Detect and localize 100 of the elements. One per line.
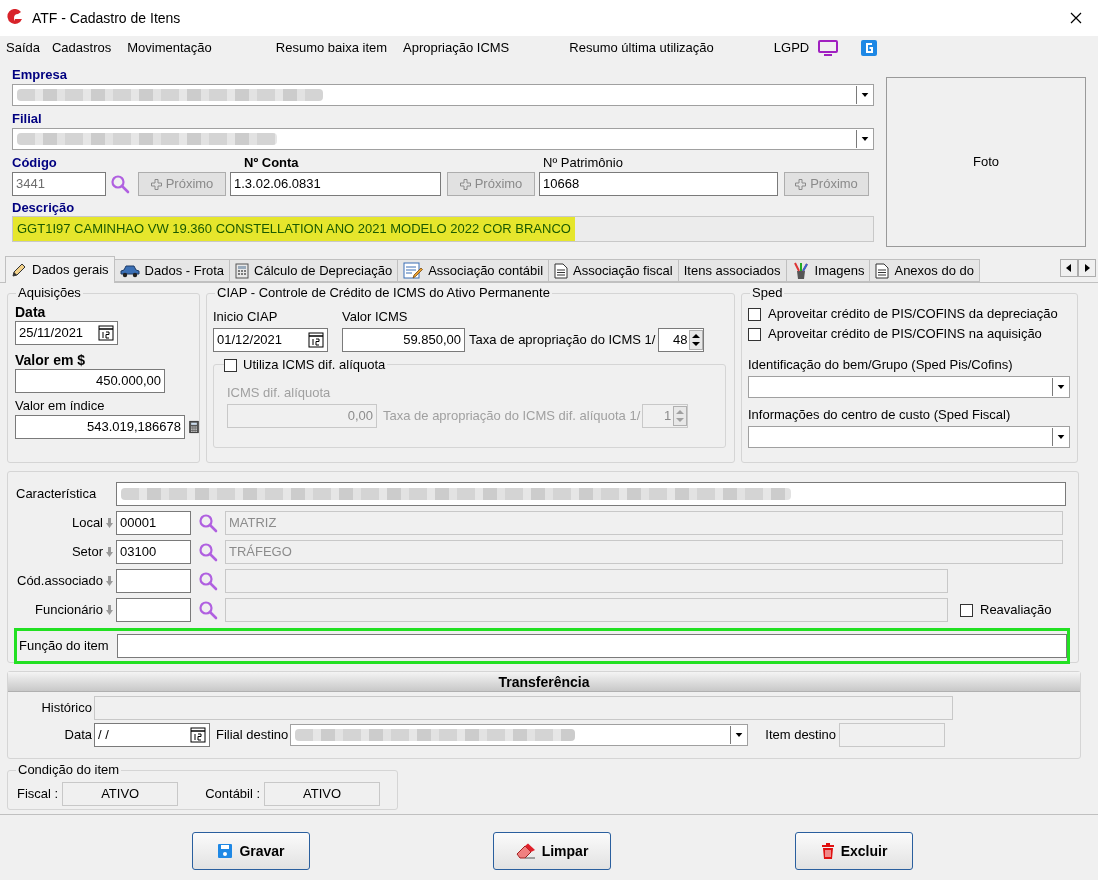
tab[interactable]: Dados - Frota — [113, 259, 231, 282]
document-icon — [554, 262, 569, 279]
field-label: Valor ICMS — [342, 309, 408, 325]
calculator-icon — [235, 262, 250, 279]
tab[interactable]: Cálculo de Depreciação — [229, 259, 399, 282]
action-button[interactable]: Excluir — [795, 832, 913, 870]
date-field[interactable]: 25/11/2021 — [15, 321, 118, 345]
down-arrow-icon — [106, 547, 113, 557]
checkbox[interactable] — [224, 358, 237, 372]
field-label: Valor em $ — [15, 351, 87, 369]
close-icon[interactable] — [1070, 12, 1082, 24]
down-arrow-icon — [106, 576, 113, 586]
plus-icon — [150, 178, 162, 190]
checkbox[interactable] — [748, 327, 761, 341]
trash-icon — [820, 842, 835, 860]
field-label: Inicio CIAP — [213, 309, 279, 325]
field-label: Setor — [71, 543, 103, 562]
input-field[interactable]: ATIVO — [264, 782, 381, 806]
field-label: Característica — [16, 485, 98, 504]
search-icon[interactable] — [110, 174, 130, 194]
spin-field[interactable]: 48 — [658, 328, 705, 352]
calendar-icon[interactable] — [189, 726, 207, 744]
input-field[interactable]: 1.3.02.06.0831 — [230, 172, 441, 196]
input-field[interactable] — [839, 723, 946, 747]
menu-item[interactable]: Resumo baixa item — [274, 38, 389, 58]
input-field[interactable] — [94, 696, 953, 720]
input-field[interactable] — [116, 482, 1066, 506]
field-label: Data — [15, 303, 47, 321]
input-field[interactable]: 3441 — [12, 172, 106, 196]
tab[interactable]: Anexos do do — [869, 259, 980, 282]
field-label: Nº Conta — [243, 155, 300, 171]
menu-item[interactable]: LGPD — [772, 38, 811, 58]
input-field[interactable] — [225, 598, 948, 622]
search-icon[interactable] — [198, 600, 218, 620]
group-title: Condição do item — [16, 762, 122, 778]
action-button[interactable]: Limpar — [493, 832, 611, 870]
search-icon[interactable] — [198, 571, 218, 591]
input-field[interactable]: 00001 — [116, 511, 191, 535]
tab[interactable]: Associação fiscal — [548, 259, 679, 282]
checkbox-label: Aproveitar crédito de PIS/COFINS da depreciação — [768, 305, 1058, 324]
dropdown-field[interactable] — [748, 376, 1070, 398]
menu-item[interactable]: Apropriação ICMS — [402, 38, 511, 58]
date-value: 25/11/2021 — [19, 324, 85, 343]
field-label: Código — [12, 155, 58, 171]
calculator-icon[interactable] — [189, 418, 199, 436]
tab[interactable]: Itens associados — [677, 259, 787, 282]
date-value: 01/12/2021 — [217, 331, 284, 350]
input-field[interactable]: ATIVO — [62, 782, 179, 806]
action-button[interactable]: Gravar — [192, 832, 310, 870]
input-field[interactable] — [225, 569, 948, 593]
input-field[interactable] — [116, 569, 191, 593]
dropdown-field[interactable] — [290, 724, 749, 746]
menu-item[interactable]: Movimentação — [126, 38, 213, 58]
field-label: Contábil : — [205, 785, 261, 804]
field-label: Local — [71, 514, 103, 533]
field-label: Fiscal : — [17, 785, 59, 804]
menu-item[interactable]: Cadastros — [51, 38, 113, 58]
description-value: GGT1I97 CAMINHAO VW 19.360 CONSTELLATION ANO 2021 MODELO 2022 COR BRANCO — [13, 217, 575, 241]
menu-item[interactable]: Resumo última utilização — [568, 38, 715, 58]
field-label: Cód.associado — [17, 572, 103, 591]
app-badge-icon[interactable] — [860, 39, 879, 57]
calendar-icon[interactable] — [307, 331, 325, 349]
menu-item[interactable]: Saída — [5, 38, 41, 58]
calendar-icon[interactable] — [97, 324, 115, 342]
date-value: / / — [98, 726, 110, 745]
down-arrow-icon — [106, 518, 113, 528]
checkbox-label: Aproveitar crédito de PIS/COFINS na aquisição — [768, 325, 1042, 344]
search-icon[interactable] — [198, 542, 218, 562]
tab[interactable]: Imagens — [785, 259, 871, 282]
spin-arrows-icon[interactable] — [689, 330, 704, 350]
app-logo-icon — [6, 9, 24, 27]
field-label: Filial — [12, 110, 43, 128]
input-field[interactable]: 450.000,00 — [15, 369, 165, 393]
input-field[interactable] — [117, 634, 1067, 658]
plus-icon — [795, 178, 807, 190]
monitor-icon[interactable] — [818, 40, 839, 56]
input-field[interactable]: 543.019,186678 — [15, 415, 185, 439]
date-field[interactable]: / / — [94, 723, 210, 747]
eraser-icon — [515, 843, 536, 859]
pencil-icon — [11, 262, 27, 278]
down-arrow-icon — [106, 605, 113, 615]
input-field[interactable] — [116, 598, 191, 622]
date-field[interactable]: 01/12/2021 — [213, 328, 328, 352]
field-label: Informações do centro de custo (Sped Fiscal) — [748, 407, 1012, 423]
dropdown-field[interactable] — [12, 128, 874, 150]
checkbox[interactable] — [960, 603, 973, 617]
spin-value: 1 — [663, 407, 673, 426]
field-label: Empresa — [12, 66, 68, 84]
input-field[interactable]: 10668 — [539, 172, 778, 196]
tab[interactable]: Associação contábil — [397, 259, 550, 282]
dropdown-field[interactable] — [748, 426, 1070, 448]
field-label: Descrição — [12, 200, 76, 216]
tab[interactable]: Dados gerais — [5, 256, 115, 283]
checkbox[interactable] — [748, 307, 761, 321]
input-field[interactable]: 59.850,00 — [342, 328, 465, 352]
form-edit-icon — [403, 261, 424, 280]
tab-scroll-arrows-icon[interactable] — [1060, 259, 1096, 277]
input-field[interactable]: 03100 — [116, 540, 191, 564]
search-icon[interactable] — [198, 513, 218, 533]
dropdown-field[interactable] — [12, 84, 874, 106]
